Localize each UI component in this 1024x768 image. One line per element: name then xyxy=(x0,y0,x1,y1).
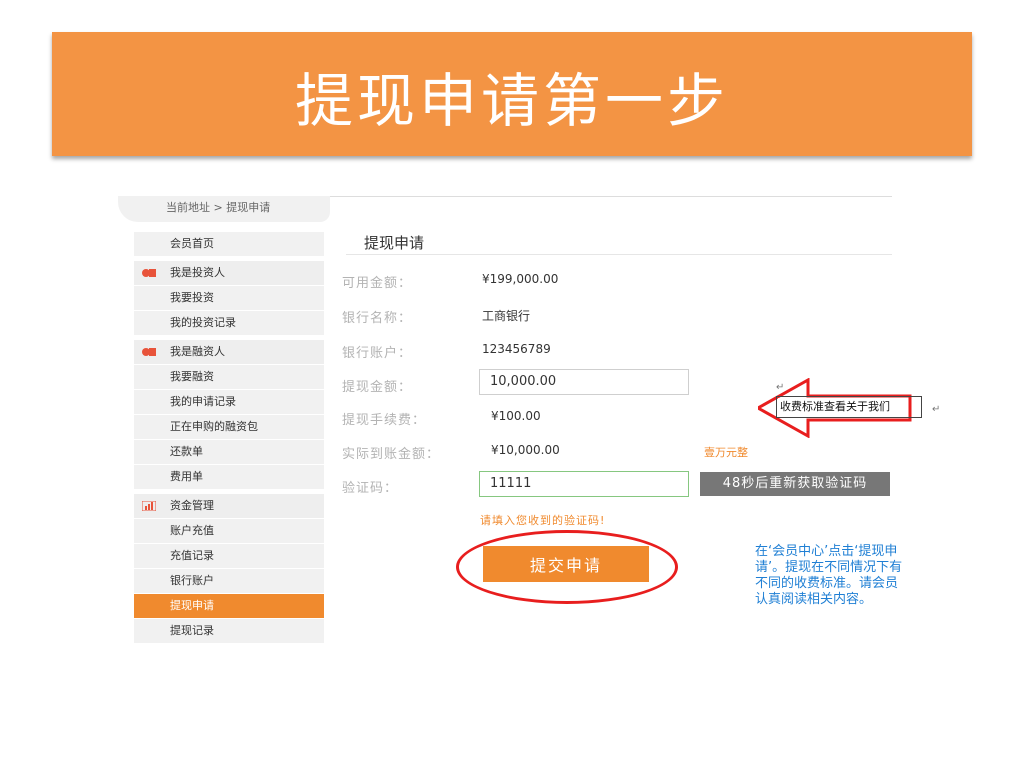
withdraw-amount-input[interactable] xyxy=(479,369,689,395)
sidebar-item-label: 正在申购的融资包 xyxy=(170,420,258,433)
sidebar-item-withdraw-apply[interactable]: 提现申请 xyxy=(134,594,324,619)
paragraph-mark: ↵ xyxy=(776,382,785,393)
breadcrumb-text: 当前地址 > 提现申请 xyxy=(166,201,271,214)
sidebar-item-label: 会员首页 xyxy=(170,237,214,250)
code-label: 验证码： xyxy=(342,481,399,496)
breadcrumb: 当前地址 > 提现申请 xyxy=(118,196,330,222)
verification-code-input[interactable] xyxy=(479,471,689,497)
sidebar-item-label: 我要融资 xyxy=(170,370,214,383)
bank-name-label: 银行名称： xyxy=(342,311,413,326)
sidebar-item-fees[interactable]: 费用单 xyxy=(134,465,324,490)
sidebar-item-repayments[interactable]: 还款单 xyxy=(134,440,324,465)
sidebar-item-application-records[interactable]: 我的申请记录 xyxy=(134,390,324,415)
sidebar-group-borrower[interactable]: 我是融资人 xyxy=(134,340,324,365)
sidebar-item-label: 我是投资人 xyxy=(170,266,225,279)
bar-chart-icon xyxy=(142,501,156,511)
title-divider xyxy=(346,254,892,255)
bank-account-label: 银行账户： xyxy=(342,346,413,361)
fee-value: ¥100.00 xyxy=(491,409,541,423)
sidebar: 会员首页 我是投资人 我要投资 我的投资记录 我是融资人 我要融资 我的申请记录… xyxy=(134,232,324,644)
sidebar-item-label: 提现记录 xyxy=(170,624,214,637)
sidebar-group-investor[interactable]: 我是投资人 xyxy=(134,261,324,286)
actual-amount-chinese: 壹万元整 xyxy=(704,446,748,459)
sidebar-item-invest[interactable]: 我要投资 xyxy=(134,286,324,311)
actual-amount-value: ¥10,000.00 xyxy=(491,443,560,457)
sidebar-item-label: 账户充值 xyxy=(170,524,214,537)
sidebar-item-subscribing-packages[interactable]: 正在申购的融资包 xyxy=(134,415,324,440)
available-value: ¥199,000.00 xyxy=(482,272,559,286)
sidebar-item-label: 我的申请记录 xyxy=(170,395,236,408)
sidebar-item-label: 我是融资人 xyxy=(170,345,225,358)
fee-label: 提现手续费： xyxy=(342,413,427,428)
sidebar-item-label: 费用单 xyxy=(170,470,203,483)
page-title: 提现申请 xyxy=(364,234,425,252)
resend-code-button[interactable]: 48秒后重新获取验证码 xyxy=(700,472,890,496)
bank-account-value: 123456789 xyxy=(482,342,551,356)
bank-name-value: 工商银行 xyxy=(482,309,531,323)
paragraph-mark: ↵ xyxy=(932,404,941,415)
header-divider xyxy=(330,196,892,197)
borrower-icon xyxy=(142,348,156,356)
sidebar-item-label: 资金管理 xyxy=(170,499,214,512)
sidebar-item-label: 银行账户 xyxy=(170,574,214,587)
title-banner: 提现申请第一步 xyxy=(52,32,972,156)
banner-title: 提现申请第一步 xyxy=(294,67,729,135)
sidebar-item-label: 我的投资记录 xyxy=(170,316,236,329)
sidebar-item-member-home[interactable]: 会员首页 xyxy=(134,232,324,257)
sidebar-item-label: 充值记录 xyxy=(170,549,214,562)
actual-amount-label: 实际到账金额： xyxy=(342,447,441,462)
withdraw-amount-label: 提现金额： xyxy=(342,380,413,395)
sidebar-item-bank-account[interactable]: 银行账户 xyxy=(134,569,324,594)
sidebar-item-recharge-records[interactable]: 充值记录 xyxy=(134,544,324,569)
sidebar-item-recharge[interactable]: 账户充值 xyxy=(134,519,324,544)
sidebar-item-withdraw-records[interactable]: 提现记录 xyxy=(134,619,324,644)
sidebar-item-label: 提现申请 xyxy=(170,599,214,612)
highlight-ellipse xyxy=(456,530,678,604)
sidebar-item-label: 我要投资 xyxy=(170,291,214,304)
available-label: 可用金额： xyxy=(342,276,413,291)
fee-standard-callout: 收费标准查看关于我们 xyxy=(778,398,892,414)
investor-icon xyxy=(142,269,156,277)
sidebar-item-label: 还款单 xyxy=(170,445,203,458)
sidebar-group-funds[interactable]: 资金管理 xyxy=(134,494,324,519)
instruction-note: 在‘会员中心’点击‘提现申请’。提现在不同情况下有不同的收费标准。请会员认真阅读… xyxy=(755,544,903,607)
code-hint: 请填入您收到的验证码! xyxy=(480,514,606,527)
sidebar-item-invest-records[interactable]: 我的投资记录 xyxy=(134,311,324,336)
sidebar-item-financing[interactable]: 我要融资 xyxy=(134,365,324,390)
